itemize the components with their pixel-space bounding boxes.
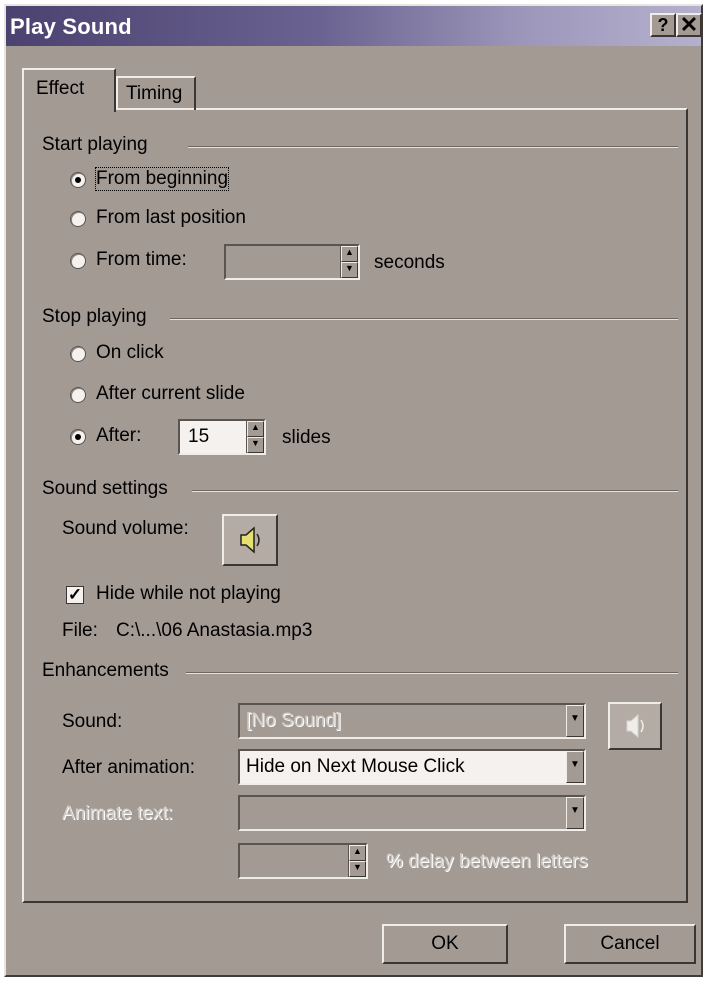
after-current-slide-radio[interactable]	[70, 387, 86, 403]
spin-arrows-icon[interactable]: ▲ ▼	[348, 845, 366, 877]
file-path: C:\...\06 Anastasia.mp3	[116, 620, 313, 641]
spin-arrows-icon[interactable]: ▲ ▼	[340, 246, 358, 278]
close-button[interactable]: ✕	[676, 13, 702, 37]
tab-effect-label: Effect	[36, 78, 85, 99]
help-button[interactable]: ?	[650, 13, 676, 37]
stop-playing-group-label: Stop playing	[42, 306, 147, 327]
tab-timing-label: Timing	[126, 83, 183, 104]
letter-delay-label: % delay between letters	[386, 851, 588, 872]
sound-dropdown[interactable]: [No Sound] ▼	[238, 703, 586, 739]
after-slides-label[interactable]: After:	[96, 425, 141, 447]
after-animation-value: Hide on Next Mouse Click	[246, 756, 465, 777]
from-last-position-radio[interactable]	[70, 211, 86, 227]
speaker-icon	[240, 526, 260, 554]
start-playing-group-label: Start playing	[42, 134, 148, 155]
sound-volume-button[interactable]	[222, 514, 278, 566]
tab-effect[interactable]: Effect	[22, 68, 116, 112]
slides-label: slides	[282, 427, 331, 448]
from-last-position-label[interactable]: From last position	[96, 207, 246, 229]
hide-while-not-playing-label[interactable]: Hide while not playing	[96, 583, 281, 605]
chevron-down-icon[interactable]: ▼	[566, 705, 584, 737]
sound-label: Sound:	[62, 711, 123, 732]
spin-arrows-icon[interactable]: ▲ ▼	[246, 421, 264, 453]
from-time-label[interactable]: From time:	[96, 249, 187, 271]
animate-text-dropdown[interactable]: ▼	[238, 795, 586, 831]
sound-settings-divider	[192, 490, 678, 492]
from-time-radio[interactable]	[70, 253, 86, 269]
speaker-icon	[626, 713, 644, 739]
slides-count-input[interactable]: 15 ▲ ▼	[178, 419, 266, 455]
sound-dropdown-value: [No Sound]	[246, 710, 342, 731]
title-bar[interactable]: Play Sound ? ✕	[6, 6, 702, 46]
on-click-label[interactable]: On click	[96, 342, 164, 364]
enhancements-group-label: Enhancements	[42, 660, 169, 681]
after-animation-dropdown[interactable]: Hide on Next Mouse Click ▼	[238, 749, 586, 785]
chevron-down-icon[interactable]: ▼	[566, 751, 584, 783]
window-title: Play Sound	[10, 14, 132, 39]
from-beginning-radio[interactable]	[70, 172, 86, 188]
start-playing-divider	[188, 146, 678, 148]
file-label: File:	[62, 620, 98, 641]
chevron-down-icon[interactable]: ▼	[566, 797, 584, 829]
from-time-input[interactable]: ▲ ▼	[224, 244, 360, 280]
tab-timing[interactable]: Timing	[116, 76, 196, 110]
after-animation-label: After animation:	[62, 757, 196, 778]
play-sound-dialog: Play Sound ? ✕ Effect Timing Start playi…	[4, 4, 703, 977]
cancel-button[interactable]: Cancel	[564, 924, 696, 964]
letter-delay-input[interactable]: ▲ ▼	[238, 843, 368, 879]
animate-text-label: Animate text:	[62, 803, 173, 824]
after-slides-radio[interactable]	[70, 429, 86, 445]
enhancement-sound-preview-button[interactable]	[608, 702, 662, 750]
seconds-label: seconds	[374, 252, 445, 273]
sound-volume-label: Sound volume:	[62, 518, 189, 539]
slides-count-value: 15	[188, 426, 210, 447]
effect-panel: Start playing From beginning From last p…	[22, 108, 688, 903]
from-beginning-label[interactable]: From beginning	[94, 167, 230, 191]
sound-settings-group-label: Sound settings	[42, 478, 168, 499]
hide-while-not-playing-checkbox[interactable]: ✓	[66, 586, 84, 604]
after-current-slide-label[interactable]: After current slide	[96, 383, 245, 405]
ok-button[interactable]: OK	[382, 924, 508, 964]
on-click-radio[interactable]	[70, 346, 86, 362]
stop-playing-divider	[170, 318, 678, 320]
enhancements-divider	[186, 672, 678, 674]
